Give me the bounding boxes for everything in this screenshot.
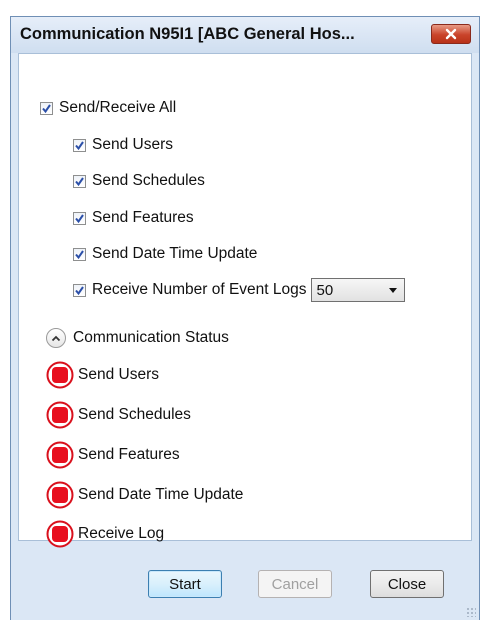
communication-status-header[interactable]: Communication Status bbox=[46, 328, 229, 348]
checkmark-icon bbox=[75, 249, 84, 259]
red-stop-icon bbox=[46, 520, 74, 548]
select-value: 50 bbox=[316, 281, 334, 299]
send-date-time-update-checkbox[interactable]: Send Date Time Update bbox=[73, 245, 257, 263]
status-label: Send Users bbox=[78, 366, 159, 383]
red-stop-icon bbox=[46, 361, 74, 389]
chevron-down-icon bbox=[388, 287, 397, 293]
send-features-checkbox[interactable]: Send Features bbox=[73, 209, 194, 227]
close-icon bbox=[445, 28, 457, 40]
checkbox-box[interactable] bbox=[73, 247, 86, 261]
close-button[interactable]: Close bbox=[370, 570, 444, 598]
checkbox-label: Send/Receive All bbox=[59, 99, 177, 116]
collapse-toggle[interactable] bbox=[46, 328, 66, 348]
checkbox-label: Send Date Time Update bbox=[92, 245, 258, 262]
checkmark-icon bbox=[75, 140, 84, 150]
status-send-users: Send Users bbox=[46, 361, 159, 389]
status-send-schedules: Send Schedules bbox=[46, 401, 191, 429]
section-label: Communication Status bbox=[73, 329, 229, 346]
checkmark-icon bbox=[75, 213, 84, 223]
checkbox-box[interactable] bbox=[73, 138, 86, 152]
checkbox-label: Send Users bbox=[92, 136, 173, 153]
resize-grip[interactable] bbox=[466, 607, 476, 617]
checkmark-icon bbox=[75, 285, 84, 295]
checkbox-box[interactable] bbox=[73, 211, 86, 225]
cancel-button[interactable]: Cancel bbox=[258, 570, 332, 598]
status-receive-log: Receive Log bbox=[46, 520, 164, 548]
checkbox-box[interactable] bbox=[73, 174, 86, 188]
chevron-up-icon bbox=[51, 335, 61, 341]
receive-event-logs-checkbox[interactable] bbox=[73, 283, 86, 297]
receive-event-logs-row: Receive Number of Event Logs 50 bbox=[73, 278, 405, 302]
start-button[interactable]: Start bbox=[148, 570, 222, 598]
status-send-features: Send Features bbox=[46, 441, 180, 469]
status-send-date-time-update: Send Date Time Update bbox=[46, 481, 243, 509]
send-receive-all-checkbox[interactable]: Send/Receive All bbox=[40, 99, 176, 117]
event-logs-count-select[interactable]: 50 bbox=[310, 278, 405, 302]
title-bar[interactable]: Communication N95I1 [ABC General Hos... bbox=[11, 17, 479, 53]
checkbox-label: Send Features bbox=[92, 209, 194, 226]
dialog-content: Send/Receive All Send Users Send Schedul… bbox=[18, 53, 472, 548]
checkbox-label: Send Schedules bbox=[92, 172, 205, 189]
status-label: Send Schedules bbox=[78, 406, 191, 423]
dialog-title: Communication N95I1 [ABC General Hos... bbox=[20, 25, 355, 43]
status-label: Receive Log bbox=[78, 525, 165, 542]
communication-dialog: Communication N95I1 [ABC General Hos... … bbox=[10, 16, 480, 620]
window-close-button[interactable] bbox=[431, 24, 471, 44]
send-users-checkbox[interactable]: Send Users bbox=[73, 136, 173, 154]
status-label: Send Date Time Update bbox=[78, 486, 244, 503]
status-label: Send Features bbox=[78, 446, 180, 463]
red-stop-icon bbox=[46, 401, 74, 429]
send-schedules-checkbox[interactable]: Send Schedules bbox=[73, 172, 205, 190]
checkmark-icon bbox=[75, 176, 84, 186]
checkbox-label: Receive Number of Event Logs bbox=[92, 281, 307, 298]
checkbox-box[interactable] bbox=[40, 101, 53, 115]
red-stop-icon bbox=[46, 481, 74, 509]
checkmark-icon bbox=[42, 103, 51, 113]
red-stop-icon bbox=[46, 441, 74, 469]
